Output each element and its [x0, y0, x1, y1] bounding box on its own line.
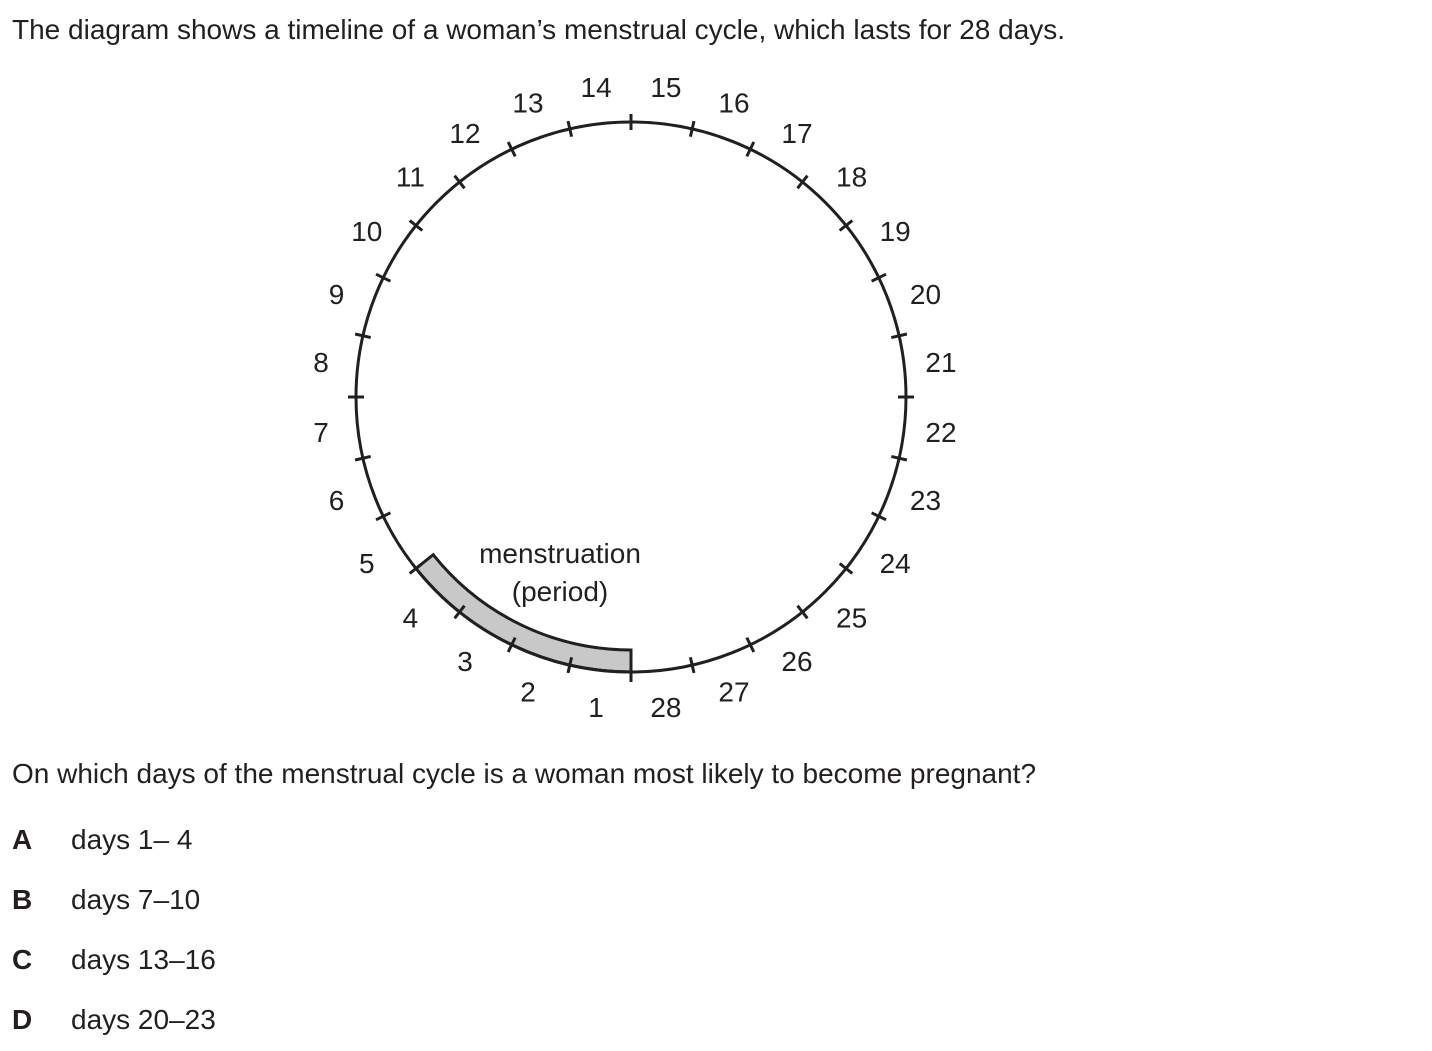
option-letter: B [12, 884, 33, 915]
day-label: 16 [718, 88, 749, 119]
day-tick [890, 332, 908, 340]
day-label: 18 [836, 161, 867, 192]
day-label: 22 [925, 417, 956, 448]
day-label: 15 [650, 72, 681, 103]
day-label: 3 [457, 646, 473, 677]
day-tick [354, 332, 372, 340]
day-label: 23 [910, 485, 941, 516]
day-label: 2 [520, 677, 536, 708]
day-label: 8 [313, 347, 329, 378]
day-label: 14 [581, 72, 612, 103]
day-label: 27 [718, 677, 749, 708]
menstrual-cycle-diagram: 12345678910111213 14 15 1617181920212223242… [313, 72, 956, 723]
option-text: days 7–10 [71, 884, 201, 915]
day-label: 7 [313, 417, 329, 448]
menstruation-band [413, 552, 633, 674]
day-label: 10 [351, 216, 382, 247]
day-label: 28 [650, 692, 681, 723]
day-ticks [348, 114, 914, 682]
day-tick [354, 454, 372, 462]
option-letter: D [12, 1004, 33, 1035]
day-tick [688, 656, 696, 674]
day-label: 5 [359, 548, 375, 579]
day-tick [566, 120, 574, 138]
day-label: 17 [781, 118, 812, 149]
question-text: On which days of the menstrual cycle is … [12, 758, 1037, 789]
option-text: days 20–23 [71, 1004, 216, 1035]
day-label: 11 [396, 161, 425, 192]
day-label: 24 [880, 548, 911, 579]
day-label: 19 [880, 216, 911, 247]
day-label: 25 [836, 603, 867, 634]
day-label: 4 [403, 603, 419, 634]
day-label: 13 [512, 88, 543, 119]
menstruation-label: menstruation [479, 538, 641, 569]
day-labels: 12345678910111213 14 15 1617181920212223242… [313, 72, 956, 723]
day-label: 6 [329, 485, 345, 516]
option-letter: A [12, 824, 33, 855]
day-label: 21 [925, 347, 956, 378]
day-tick [688, 120, 696, 138]
day-label: 1 [588, 692, 604, 723]
period-label: (period) [512, 576, 608, 607]
day-label: 12 [449, 118, 480, 149]
day-label: 9 [329, 279, 345, 310]
day-tick [890, 454, 908, 462]
option-text: days 13–16 [71, 944, 216, 975]
day-label: 26 [781, 646, 812, 677]
day-label: 20 [910, 279, 941, 310]
option-text: days 1– 4 [71, 824, 193, 855]
option-letter: C [12, 944, 33, 975]
